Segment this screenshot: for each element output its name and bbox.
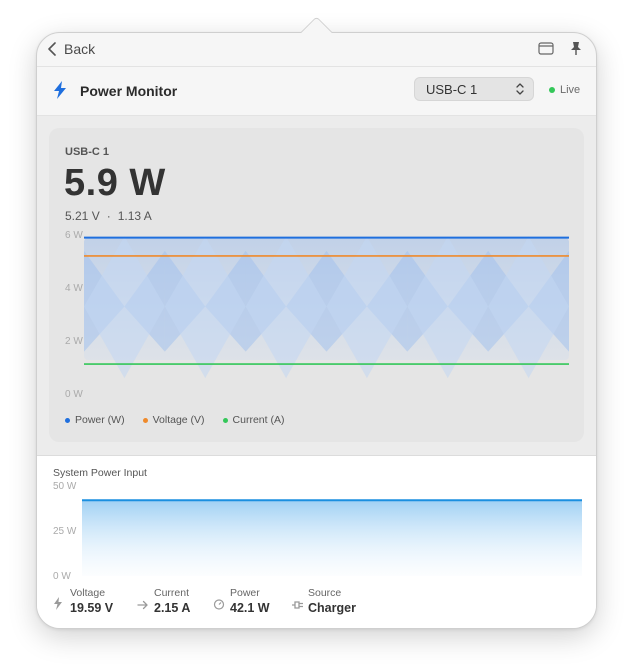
plug-icon <box>291 597 305 615</box>
legend-item: Voltage (V) <box>142 414 205 426</box>
stat-value: 2.15 A <box>154 601 191 615</box>
legend-label: Power (W) <box>75 414 125 426</box>
up-down-chevron-icon <box>516 83 524 95</box>
pin-icon[interactable] <box>570 41 582 56</box>
y-tick-label: 0 W <box>53 571 71 580</box>
live-indicator: Live <box>549 84 580 96</box>
legend-swatch <box>222 417 228 423</box>
port-select-value: USB-C 1 <box>426 82 478 97</box>
back-label: Back <box>64 41 96 57</box>
window-icon[interactable] <box>538 42 554 55</box>
back-button[interactable]: Back <box>48 41 95 57</box>
y-tick-label: 4 W <box>65 283 83 294</box>
system-stats: Voltage 19.59 V Current 2.15 A Power 42.1 W So… <box>51 586 591 626</box>
legend-swatch <box>65 417 70 423</box>
y-tick-label: 6 W <box>65 230 83 241</box>
legend-swatch <box>142 417 148 423</box>
stat-label: Current <box>154 587 190 599</box>
stat-label: Voltage <box>70 587 106 599</box>
power-monitor-popover: Back Power Monitor USB-C 1 Live USB-C 1 … <box>36 32 597 629</box>
stat-value: 19.59 V <box>70 601 114 615</box>
live-label: Live <box>560 84 581 96</box>
legend-item: Power (W) <box>65 414 125 426</box>
stat-value: Charger <box>308 601 356 615</box>
system-power-section: System Power Input 0 W 25 W 50 W Voltage 19… <box>37 456 596 628</box>
port-card: USB-C 1 5.9 W 5.21 V · 1.13 A 0 W 2 W 4 W 6 W… <box>49 128 584 442</box>
separator: · <box>106 209 111 223</box>
port-select[interactable]: USB-C 1 <box>414 77 534 101</box>
legend-item: Current (A) <box>222 414 285 426</box>
port-power-chart: 0 W 2 W 4 W 6 W <box>65 230 569 400</box>
legend-label: Voltage (V) <box>152 414 205 426</box>
power-reading: 5.9 W <box>64 162 166 204</box>
page-title: Power Monitor <box>80 83 178 99</box>
popover-arrow-join <box>295 33 337 45</box>
header: Power Monitor USB-C 1 Live <box>37 67 596 116</box>
power-meter-icon <box>213 597 225 615</box>
current-reading: 1.13 A <box>117 209 152 223</box>
port-label: USB-C 1 <box>65 146 110 158</box>
system-power-label: System Power Input <box>53 467 147 479</box>
legend-label: Current (A) <box>232 414 285 426</box>
bolt-icon <box>53 597 63 615</box>
chart-legend: Power (W) Voltage (V) Current (A) <box>65 414 284 426</box>
stat-label: Source <box>308 587 342 599</box>
chevron-left-icon <box>48 42 56 56</box>
y-tick-label: 0 W <box>65 389 83 400</box>
bolt-icon <box>54 81 66 99</box>
arrow-right-icon <box>137 597 149 615</box>
y-tick-label: 25 W <box>53 526 77 537</box>
live-dot <box>549 87 555 93</box>
stat-label: Power <box>230 587 260 599</box>
system-power-area <box>82 500 582 576</box>
y-tick-label: 50 W <box>53 481 77 492</box>
system-power-chart: 0 W 25 W 50 W <box>53 481 582 580</box>
stat-value: 42.1 W <box>230 601 270 615</box>
y-tick-label: 2 W <box>65 336 83 347</box>
voltage-reading: 5.21 V <box>65 209 100 223</box>
port-section: USB-C 1 5.9 W 5.21 V · 1.13 A 0 W 2 W 4 W 6 W… <box>37 116 596 456</box>
voltage-current-reading: 5.21 V · 1.13 A <box>65 209 152 223</box>
